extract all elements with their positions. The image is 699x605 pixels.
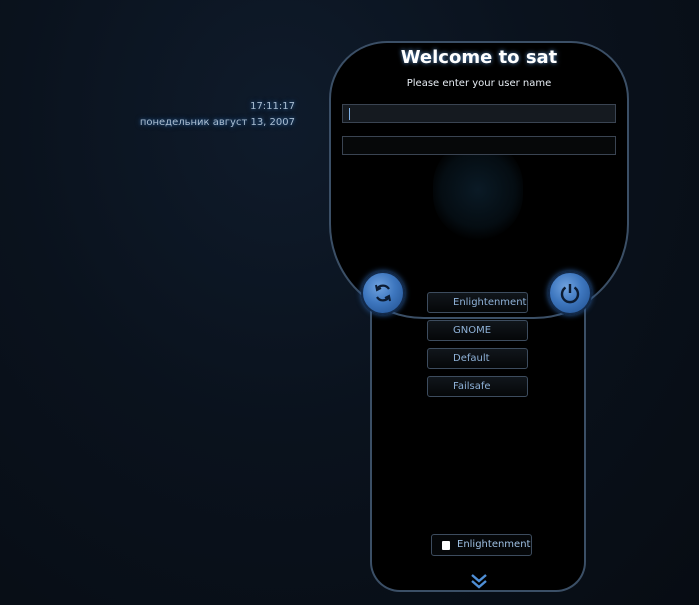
expand-chevron-button[interactable] xyxy=(469,572,489,594)
power-icon xyxy=(560,284,580,304)
clock-display: 17:11:17 понедельник август 13, 2007 xyxy=(140,99,295,131)
current-session-selector[interactable]: Enlightenment xyxy=(431,534,532,556)
session-indicator-icon xyxy=(442,541,450,550)
welcome-title: Welcome to sat xyxy=(400,47,558,68)
clock-date: понедельник август 13, 2007 xyxy=(139,117,295,128)
chevron-down-icon xyxy=(471,574,487,589)
current-session-label: Enlightenment xyxy=(457,539,531,550)
username-prompt: Please enter your user name xyxy=(406,78,552,89)
username-input[interactable] xyxy=(342,104,616,123)
session-item-default[interactable]: Default xyxy=(427,348,528,369)
refresh-icon xyxy=(375,284,391,302)
background-logo xyxy=(433,140,523,240)
power-button[interactable] xyxy=(548,271,592,315)
clock-time: 17:11:17 xyxy=(250,101,295,112)
text-cursor xyxy=(349,108,350,120)
session-item-enlightenment[interactable]: Enlightenment xyxy=(427,292,528,313)
session-item-failsafe[interactable]: Failsafe xyxy=(427,376,528,397)
refresh-button[interactable] xyxy=(361,271,405,315)
password-input[interactable] xyxy=(342,136,616,155)
session-item-gnome[interactable]: GNOME xyxy=(427,320,528,341)
